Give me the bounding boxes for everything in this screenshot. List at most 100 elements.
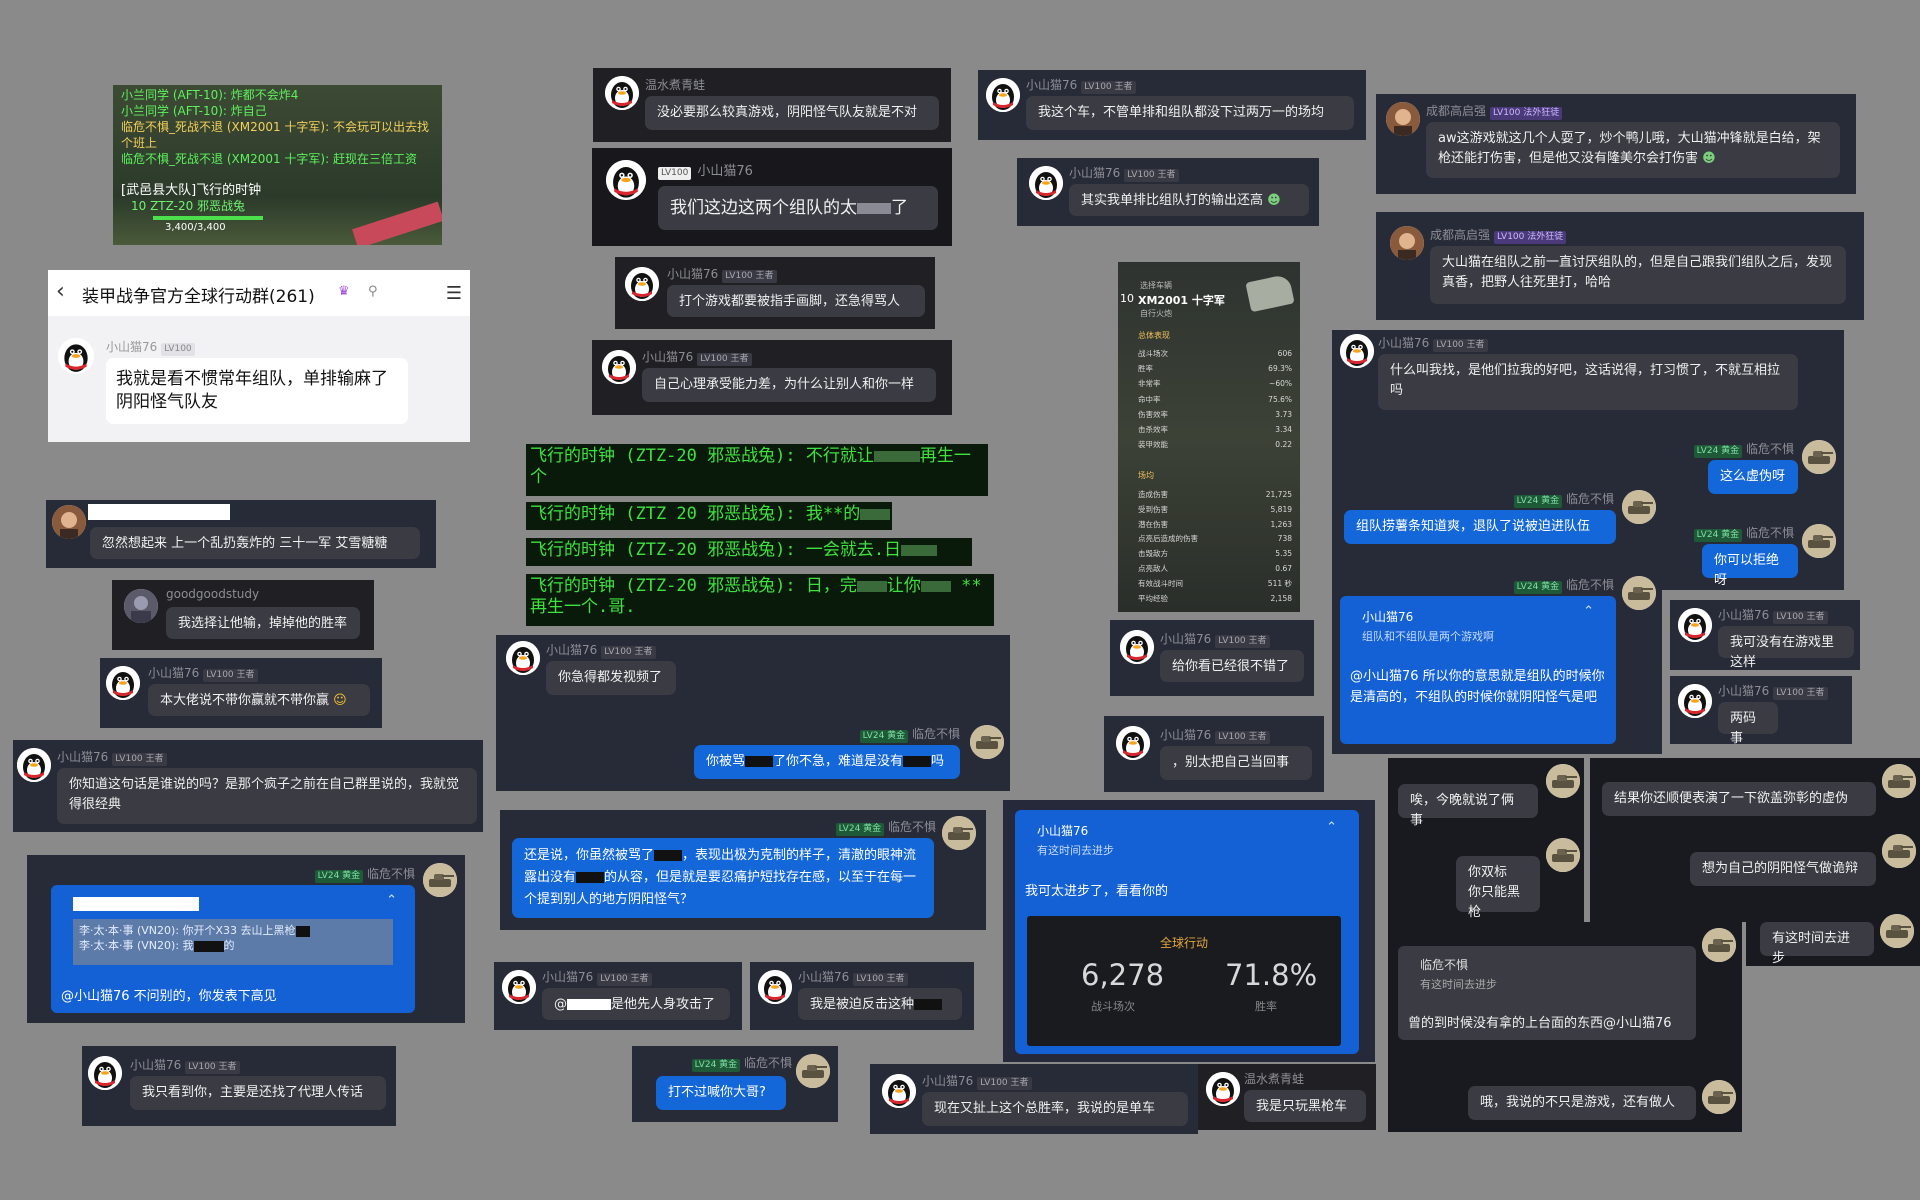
message-bubble[interactable]: 忽然想起来 上一个乱扔轰炸的 三十一军 艾雪糖糖 xyxy=(90,527,420,559)
message-bubble[interactable]: 自己心理承受能力差，为什么让别人和你一样 xyxy=(642,368,936,402)
message-bubble[interactable]: 你知道这句话是谁说的吗？是那个疯子之前在自己群里说的，我就觉得很经典 xyxy=(57,768,477,824)
message-bubble[interactable]: 我就是看不惯常年组队，单排输麻了阴阳怪气队友 xyxy=(106,358,408,424)
message-bubble[interactable]: 两码事 xyxy=(1718,702,1778,744)
level-badge: LV24 黄金 xyxy=(691,1059,741,1072)
collapse-icon[interactable]: ⌃ xyxy=(386,893,397,908)
message-bubble[interactable]: 给你看已经很不错了 xyxy=(1160,650,1304,682)
avatar[interactable] xyxy=(502,970,536,1004)
avatar[interactable] xyxy=(1702,928,1736,962)
avatar[interactable] xyxy=(606,160,646,200)
group-info-icon[interactable]: ⚲ xyxy=(368,284,378,299)
message-bubble[interactable]: 我是只玩黑枪车 xyxy=(1244,1090,1366,1122)
avatar[interactable] xyxy=(1678,608,1712,642)
message-bubble[interactable]: 你被骂 了你不急，难道是没有吗 xyxy=(694,745,960,779)
message-bubble[interactable]: 现在又扯上这个总胜率，我说的是单车 xyxy=(922,1092,1188,1126)
avatar[interactable] xyxy=(1546,838,1580,872)
avatar[interactable] xyxy=(1622,490,1656,524)
avatar[interactable] xyxy=(1120,630,1154,664)
avatar[interactable] xyxy=(88,1056,122,1090)
avatar[interactable] xyxy=(1340,334,1374,368)
message-bubble[interactable]: aw这游戏就这几个人耍了，炒个鸭儿哦，大山猫冲锋就是白给，架枪还能打伤害，但是他… xyxy=(1426,122,1840,178)
avatar[interactable] xyxy=(796,1054,830,1088)
collapse-icon[interactable]: ⌃ xyxy=(1583,604,1594,619)
level-badge: LV24 黄金 xyxy=(314,870,364,883)
message-bubble[interactable]: 有这时间去进步 xyxy=(1760,922,1874,966)
avatar[interactable] xyxy=(602,350,636,384)
back-arrow-icon[interactable]: ‹ xyxy=(56,279,65,304)
avatar[interactable] xyxy=(1546,764,1580,798)
collapse-icon[interactable]: ⌃ xyxy=(1326,820,1337,835)
reply-bubble[interactable]: 小山猫76 有这时间去进步 ⌃ 我可太进步了，看看你的 全球行动 6,278 战… xyxy=(1015,810,1359,1054)
avatar[interactable] xyxy=(1116,726,1150,760)
level-badge: LV100 王者 xyxy=(853,973,908,986)
avatar[interactable] xyxy=(605,76,639,110)
avatar[interactable] xyxy=(1702,1080,1736,1114)
message-bubble[interactable]: 组队捞薯条知道爽，退队了说被迫进队伍 xyxy=(1344,510,1616,544)
avatar[interactable] xyxy=(986,78,1020,112)
message-bubble[interactable]: 打不过喊你大哥? xyxy=(656,1076,786,1110)
hp-bar xyxy=(153,216,263,220)
reply-bubble[interactable]: ⌃ 李·太·本·事 (VN20): 你开个X33 去山上黑枪 李·太·本·事 (… xyxy=(51,885,415,1013)
avatar[interactable] xyxy=(124,589,158,623)
message-bubble[interactable]: 其实我单排比组队打的输出还高 ☻ xyxy=(1069,184,1309,216)
message-bubble[interactable]: 结果你还顺便表演了一下欲盖弥彰的虚伪 xyxy=(1602,782,1876,816)
message-bubble[interactable]: 你双标 你只能黑枪 xyxy=(1456,856,1540,920)
message-bubble[interactable]: 还是说，你虽然被骂了 ，表现出极为克制的样子，清澈的眼神流露出没有 的从容，但是就是… xyxy=(512,838,934,918)
avatar[interactable] xyxy=(506,641,540,675)
avatar[interactable] xyxy=(1802,524,1836,558)
sender-line: 小山猫76 LV100 王者 xyxy=(1718,682,1828,700)
message-bubble[interactable]: 打个游戏都要被指手画脚，还急得骂人 xyxy=(667,285,925,317)
sender-line: 小山猫76 LV100 王者 xyxy=(1160,630,1270,648)
message-bubble[interactable]: 你急得都发视频了 xyxy=(546,661,676,695)
avatar[interactable] xyxy=(1386,102,1420,136)
message-bubble[interactable]: @ 是他先人身攻击了 xyxy=(542,988,730,1020)
sender-name: 小山猫76 xyxy=(1718,684,1770,698)
avatar[interactable] xyxy=(1390,226,1424,260)
message-bubble[interactable]: 我们这边这两个组队的太 了 xyxy=(658,186,938,230)
message-bubble[interactable]: 大山猫在组队之前一直讨厌组队的，但是自己跟我们组队之后，发现真香，把野人往死里打… xyxy=(1430,246,1846,304)
avatar[interactable] xyxy=(1678,684,1712,718)
message-bubble[interactable]: 本大佬说不带你赢就不带你赢 ☺ xyxy=(148,684,370,716)
stats-row-label: 点亮敌人 xyxy=(1138,563,1168,573)
avatar[interactable] xyxy=(758,970,792,1004)
message-bubble[interactable]: 想为自己的阴阳怪气做诡辩 xyxy=(1690,852,1876,886)
level-badge: LV100 王者 xyxy=(1124,169,1179,182)
avatar[interactable] xyxy=(1206,1072,1240,1106)
message-bubble[interactable]: 我这个车，不管单排和组队都没下过两万一的场均 xyxy=(1026,96,1354,130)
message-bubble[interactable]: 这么虚伪呀 xyxy=(1708,460,1798,494)
avatar[interactable] xyxy=(1882,764,1916,798)
stats-row-label: 有效战斗时间 xyxy=(1138,578,1183,588)
chat-card: LV24 黄金 临危不惧 还是说，你虽然被骂了 ，表现出极为克制的样子，清澈的眼神… xyxy=(500,810,986,930)
avatar[interactable] xyxy=(1882,834,1916,868)
message-bubble[interactable]: ，别太把自己当回事 xyxy=(1160,746,1312,780)
sender-name: 临危不惧 xyxy=(1745,526,1794,540)
reply-bubble[interactable]: 小山猫76 组队和不组队是两个游戏啊 ⌃ @小山猫76 所以你的意思就是组队的时… xyxy=(1340,596,1616,744)
message-bubble[interactable]: 我只看到你，主要是还找了代理人传话 xyxy=(130,1076,386,1110)
message-bubble[interactable]: 我选择让他输，掉掉他的胜率 xyxy=(166,607,360,639)
avatar[interactable] xyxy=(970,725,1004,759)
menu-icon[interactable]: ☰ xyxy=(446,283,462,304)
avatar[interactable] xyxy=(1802,440,1836,474)
collage-canvas: { "game_feed": { "lines": [ "小兰同学 (AFT-1… xyxy=(0,0,1920,1200)
avatar[interactable] xyxy=(423,863,457,897)
reply-bubble[interactable]: 临危不惧 有这时间去进步 曾的到时候没有拿的上台面的东西@小山猫76 xyxy=(1398,946,1696,1040)
avatar[interactable] xyxy=(625,267,659,301)
stats-row-value: 0.22 xyxy=(1275,440,1292,450)
message-bubble[interactable]: 哦，我说的不只是游戏，还有做人 xyxy=(1468,1086,1696,1120)
avatar[interactable] xyxy=(1029,166,1063,200)
message-bubble[interactable]: 没必要那么较真游戏，阴阳怪气队友就是不对 xyxy=(645,96,939,130)
avatar[interactable] xyxy=(52,505,86,539)
message-bubble[interactable]: 我可没有在游戏里这样 xyxy=(1718,626,1854,670)
message-bubble[interactable]: 唉，今晚就说了俩事 xyxy=(1398,784,1538,828)
message-bubble[interactable]: 我是被迫反击这种 xyxy=(798,988,962,1020)
avatar[interactable] xyxy=(882,1074,916,1108)
message-bubble[interactable]: 你可以拒绝呀 xyxy=(1702,544,1798,588)
message-bubble[interactable]: 什么叫我找，是他们拉我的好吧，这话说得，打习惯了，不就互相拉吗 xyxy=(1378,354,1798,410)
avatar[interactable] xyxy=(106,666,140,700)
avatar[interactable] xyxy=(1880,914,1914,948)
avatar[interactable] xyxy=(17,748,51,782)
sender-line: LV24 黄金 临危不惧 xyxy=(1690,524,1794,542)
avatar[interactable] xyxy=(58,338,94,374)
avatar[interactable] xyxy=(942,816,976,850)
avatar[interactable] xyxy=(1622,576,1656,610)
